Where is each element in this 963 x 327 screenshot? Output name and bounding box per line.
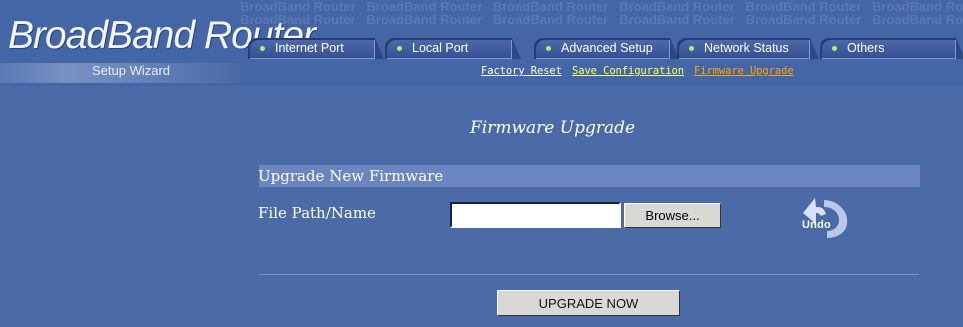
tab-label: Advanced Setup: [561, 41, 653, 55]
tab-internet-port[interactable]: Internet Port: [248, 38, 375, 59]
green-dot-icon: [832, 46, 837, 51]
save-configuration-link[interactable]: Save Configuration: [572, 65, 684, 77]
green-dot-icon: [546, 46, 551, 51]
page-title: Firmware Upgrade: [470, 118, 636, 138]
setup-wizard-link[interactable]: Setup Wizard: [92, 63, 170, 78]
tab-label: Internet Port: [275, 41, 344, 55]
browse-button[interactable]: Browse...: [624, 203, 721, 228]
file-path-input[interactable]: [450, 202, 621, 228]
form-divider: [259, 274, 919, 275]
tab-others[interactable]: Others: [820, 38, 956, 59]
tab-label: Local Port: [412, 41, 469, 55]
tab-label: Network Status: [704, 41, 789, 55]
file-path-label: File Path/Name: [258, 204, 376, 222]
tab-local-port[interactable]: Local Port: [385, 38, 512, 59]
firmware-upgrade-link[interactable]: Firmware Upgrade: [694, 65, 794, 77]
green-dot-icon: [689, 46, 694, 51]
undo-label: Undo: [802, 219, 831, 231]
upgrade-now-button[interactable]: UPGRADE NOW: [497, 290, 680, 316]
tab-network-status[interactable]: Network Status: [677, 38, 810, 59]
tab-label: Others: [847, 41, 885, 55]
undo-button[interactable]: Undo: [799, 196, 853, 238]
curved-arrow-undo-icon: [803, 198, 848, 238]
factory-reset-link[interactable]: Factory Reset: [481, 65, 562, 77]
green-dot-icon: [397, 46, 402, 51]
header-watermark: BroadBand Router BroadBand Router BroadB…: [240, 0, 963, 27]
router-header: BroadBand Router BroadBand Router BroadB…: [0, 0, 963, 86]
green-dot-icon: [260, 46, 265, 51]
section-title: Upgrade New Firmware: [258, 167, 444, 185]
tab-advanced-setup[interactable]: Advanced Setup: [534, 38, 670, 59]
